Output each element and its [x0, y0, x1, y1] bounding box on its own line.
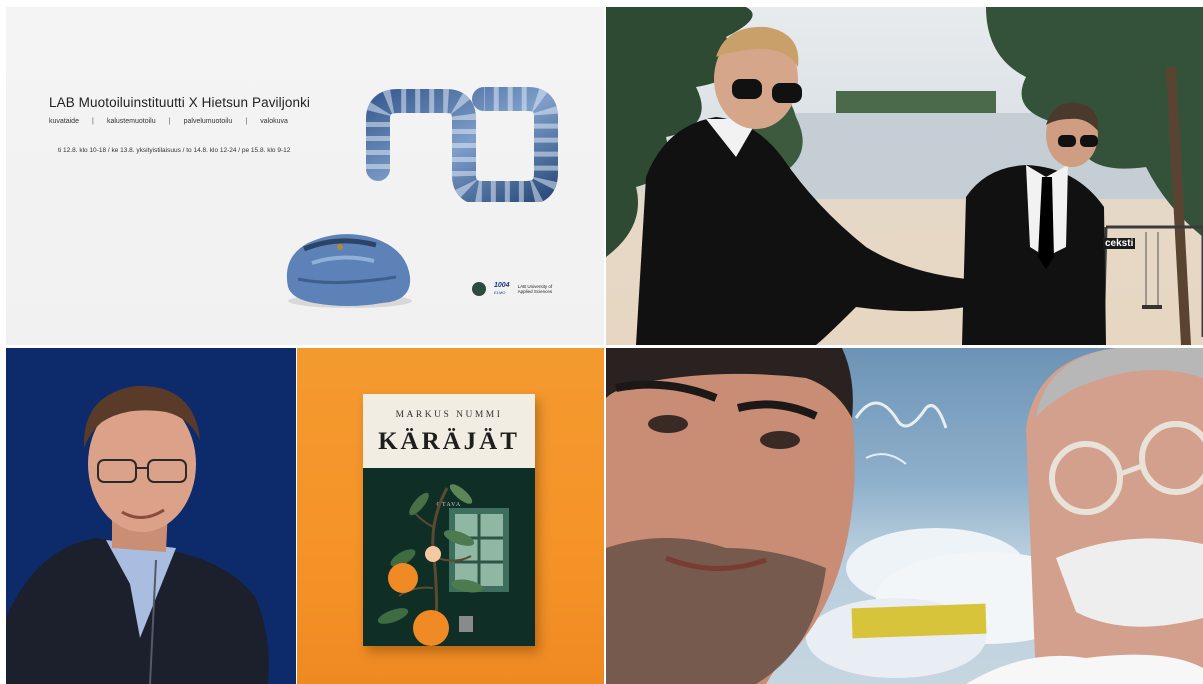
- book-title: KÄRÄJÄT: [378, 428, 520, 455]
- book-cover-illustration: [377, 484, 509, 646]
- beach-scene-image: [606, 7, 1203, 345]
- book-cover-tile[interactable]: MARKUS NUMMI KÄRÄJÄT OTAVA: [297, 348, 604, 684]
- exhibition-poster-tile[interactable]: LAB Muotoiluinstituutti X Hietsun Pavilj…: [6, 7, 604, 345]
- selfie-photo-tile[interactable]: [606, 348, 1203, 684]
- author-portrait-tile[interactable]: [6, 348, 296, 684]
- poster-dates: ti 12.8. klo 10-18 / ke 13.8. yksityisti…: [58, 147, 291, 154]
- beach-sign-text: ceksti: [1103, 238, 1136, 249]
- book-cover-header: MARKUS NUMMI KÄRÄJÄT: [363, 394, 535, 468]
- poster-categories: kuvataide | kalustemuotoilu | palvelumuo…: [49, 118, 288, 125]
- book-author: MARKUS NUMMI: [395, 410, 503, 420]
- sponsor-logos: 1004 ELMO LAB University of Applied Scien…: [472, 282, 558, 296]
- selfie-image: [606, 348, 1203, 684]
- author-portrait-image: [6, 385, 269, 684]
- poster-category: kalustemuotoilu: [106, 118, 156, 125]
- jeans-image: [286, 234, 412, 308]
- denim-sculpture-image: [366, 87, 558, 202]
- lab-university-logo: LAB University of Applied Sciences: [517, 284, 553, 294]
- poster-category: palvelumuotoilu: [183, 118, 233, 125]
- poster-category-separator: |: [168, 118, 171, 125]
- book-cover: MARKUS NUMMI KÄRÄJÄT OTAVA: [363, 394, 535, 646]
- poster-category: kuvataide: [49, 118, 79, 125]
- poster-category: valokuva: [260, 118, 288, 125]
- hietsun-paviljonki-logo: [472, 282, 486, 296]
- poster-category-separator: |: [245, 118, 248, 125]
- poster-category-separator: |: [92, 118, 94, 125]
- poster-title: LAB Muotoiluinstituutti X Hietsun Pavilj…: [49, 95, 311, 110]
- beach-photo-tile[interactable]: ceksti: [606, 7, 1203, 345]
- elmo-logo: 1004 ELMO: [494, 282, 510, 295]
